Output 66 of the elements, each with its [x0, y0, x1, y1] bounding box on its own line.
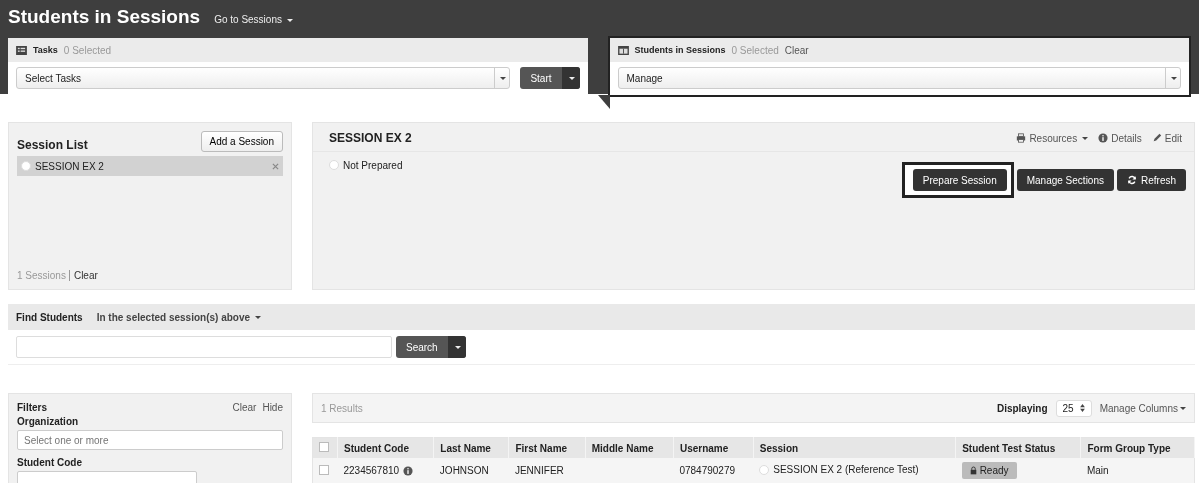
table-cell: 0784790279	[673, 458, 754, 483]
resources-link[interactable]: Resources	[1016, 132, 1089, 144]
table-cell: JENNIFER	[508, 458, 586, 483]
printer-icon	[1016, 133, 1027, 143]
clear-link[interactable]: Clear	[232, 402, 257, 413]
go-to-sessions-link[interactable]: Go to Sessions	[214, 14, 293, 25]
table-cell: 2234567810	[343, 465, 400, 476]
selected-count: 0 Selected	[63, 44, 112, 56]
up-down-arrows-icon	[1079, 404, 1085, 412]
table-cell: JOHNSON	[433, 458, 509, 483]
remove-icon[interactable]	[272, 162, 279, 170]
details-link[interactable]: Details	[1098, 132, 1142, 144]
clear-link[interactable]: Clear	[784, 44, 809, 56]
add-session-button[interactable]: Add a Session	[200, 131, 283, 152]
tasks-select[interactable]: Select Tasks	[16, 67, 511, 89]
session-list-title: Session List	[17, 138, 88, 152]
manage-select[interactable]: Manage	[617, 67, 1181, 89]
filter-label: Organization	[17, 416, 80, 427]
hide-link[interactable]: Hide	[262, 402, 283, 413]
filter-field[interactable]: Select one or more	[17, 430, 283, 450]
search-scope-dropdown[interactable]: In the selected session(s) above	[96, 311, 261, 323]
filters-title: Filters	[17, 402, 47, 413]
start-button[interactable]: Start	[520, 67, 580, 89]
action-button[interactable]: Prepare Session	[912, 169, 1007, 191]
edit-link[interactable]: Edit	[1151, 132, 1182, 144]
session-list-item[interactable]: SESSION EX 2	[17, 156, 283, 176]
preparation-status: Not Prepared	[343, 159, 403, 171]
pencil-icon	[1151, 133, 1162, 143]
find-students-label: Find Students	[16, 311, 83, 323]
column-header[interactable]: First Name	[508, 437, 586, 458]
search-button[interactable]: Search	[396, 336, 466, 358]
list-icon	[16, 45, 27, 55]
refresh-icon	[1127, 175, 1137, 185]
status-circle-icon	[329, 160, 339, 170]
select-all-checkbox[interactable]	[319, 442, 329, 452]
session-radio[interactable]	[21, 161, 31, 171]
sessions-count: 1 Sessions	[17, 270, 66, 281]
manage-columns-dropdown[interactable]: Manage Columns	[1099, 402, 1186, 414]
info-icon	[1098, 133, 1109, 143]
filter-label: Student Code	[17, 457, 83, 468]
selected-count: 0 Selected	[731, 44, 779, 56]
session-radio[interactable]	[759, 464, 770, 475]
clear-link[interactable]: Clear	[68, 270, 98, 281]
column-header[interactable]: Last Name	[433, 437, 509, 458]
info-icon[interactable]	[403, 465, 414, 476]
session-title: SESSION EX 2	[329, 131, 412, 145]
panel-title: Tasks	[33, 45, 58, 55]
table-icon	[617, 45, 629, 55]
column-header[interactable]: Session	[753, 437, 956, 458]
action-button[interactable]: Manage Sections	[1016, 169, 1114, 191]
column-header[interactable]: Student Test Status	[955, 437, 1081, 458]
column-header[interactable]: Username	[673, 437, 754, 458]
table-cell: Main	[1080, 458, 1195, 483]
column-header[interactable]: Student Code	[337, 437, 434, 458]
page-title: Students in Sessions	[8, 6, 201, 28]
action-button[interactable]: Refresh	[1117, 169, 1186, 191]
displaying-label: Displaying	[996, 402, 1048, 414]
results-count: 1 Results	[321, 402, 363, 414]
column-header[interactable]: Form Group Type	[1080, 437, 1195, 458]
row-checkbox[interactable]	[319, 464, 329, 475]
page-size-select[interactable]: 25	[1055, 399, 1092, 417]
search-field[interactable]	[16, 336, 392, 358]
status-badge: Ready	[961, 462, 1017, 479]
table-cell: SESSION EX 2 (Reference Test)	[773, 464, 919, 476]
panel-title: Students in Sessions	[634, 45, 726, 55]
column-header[interactable]: Middle Name	[585, 437, 674, 458]
